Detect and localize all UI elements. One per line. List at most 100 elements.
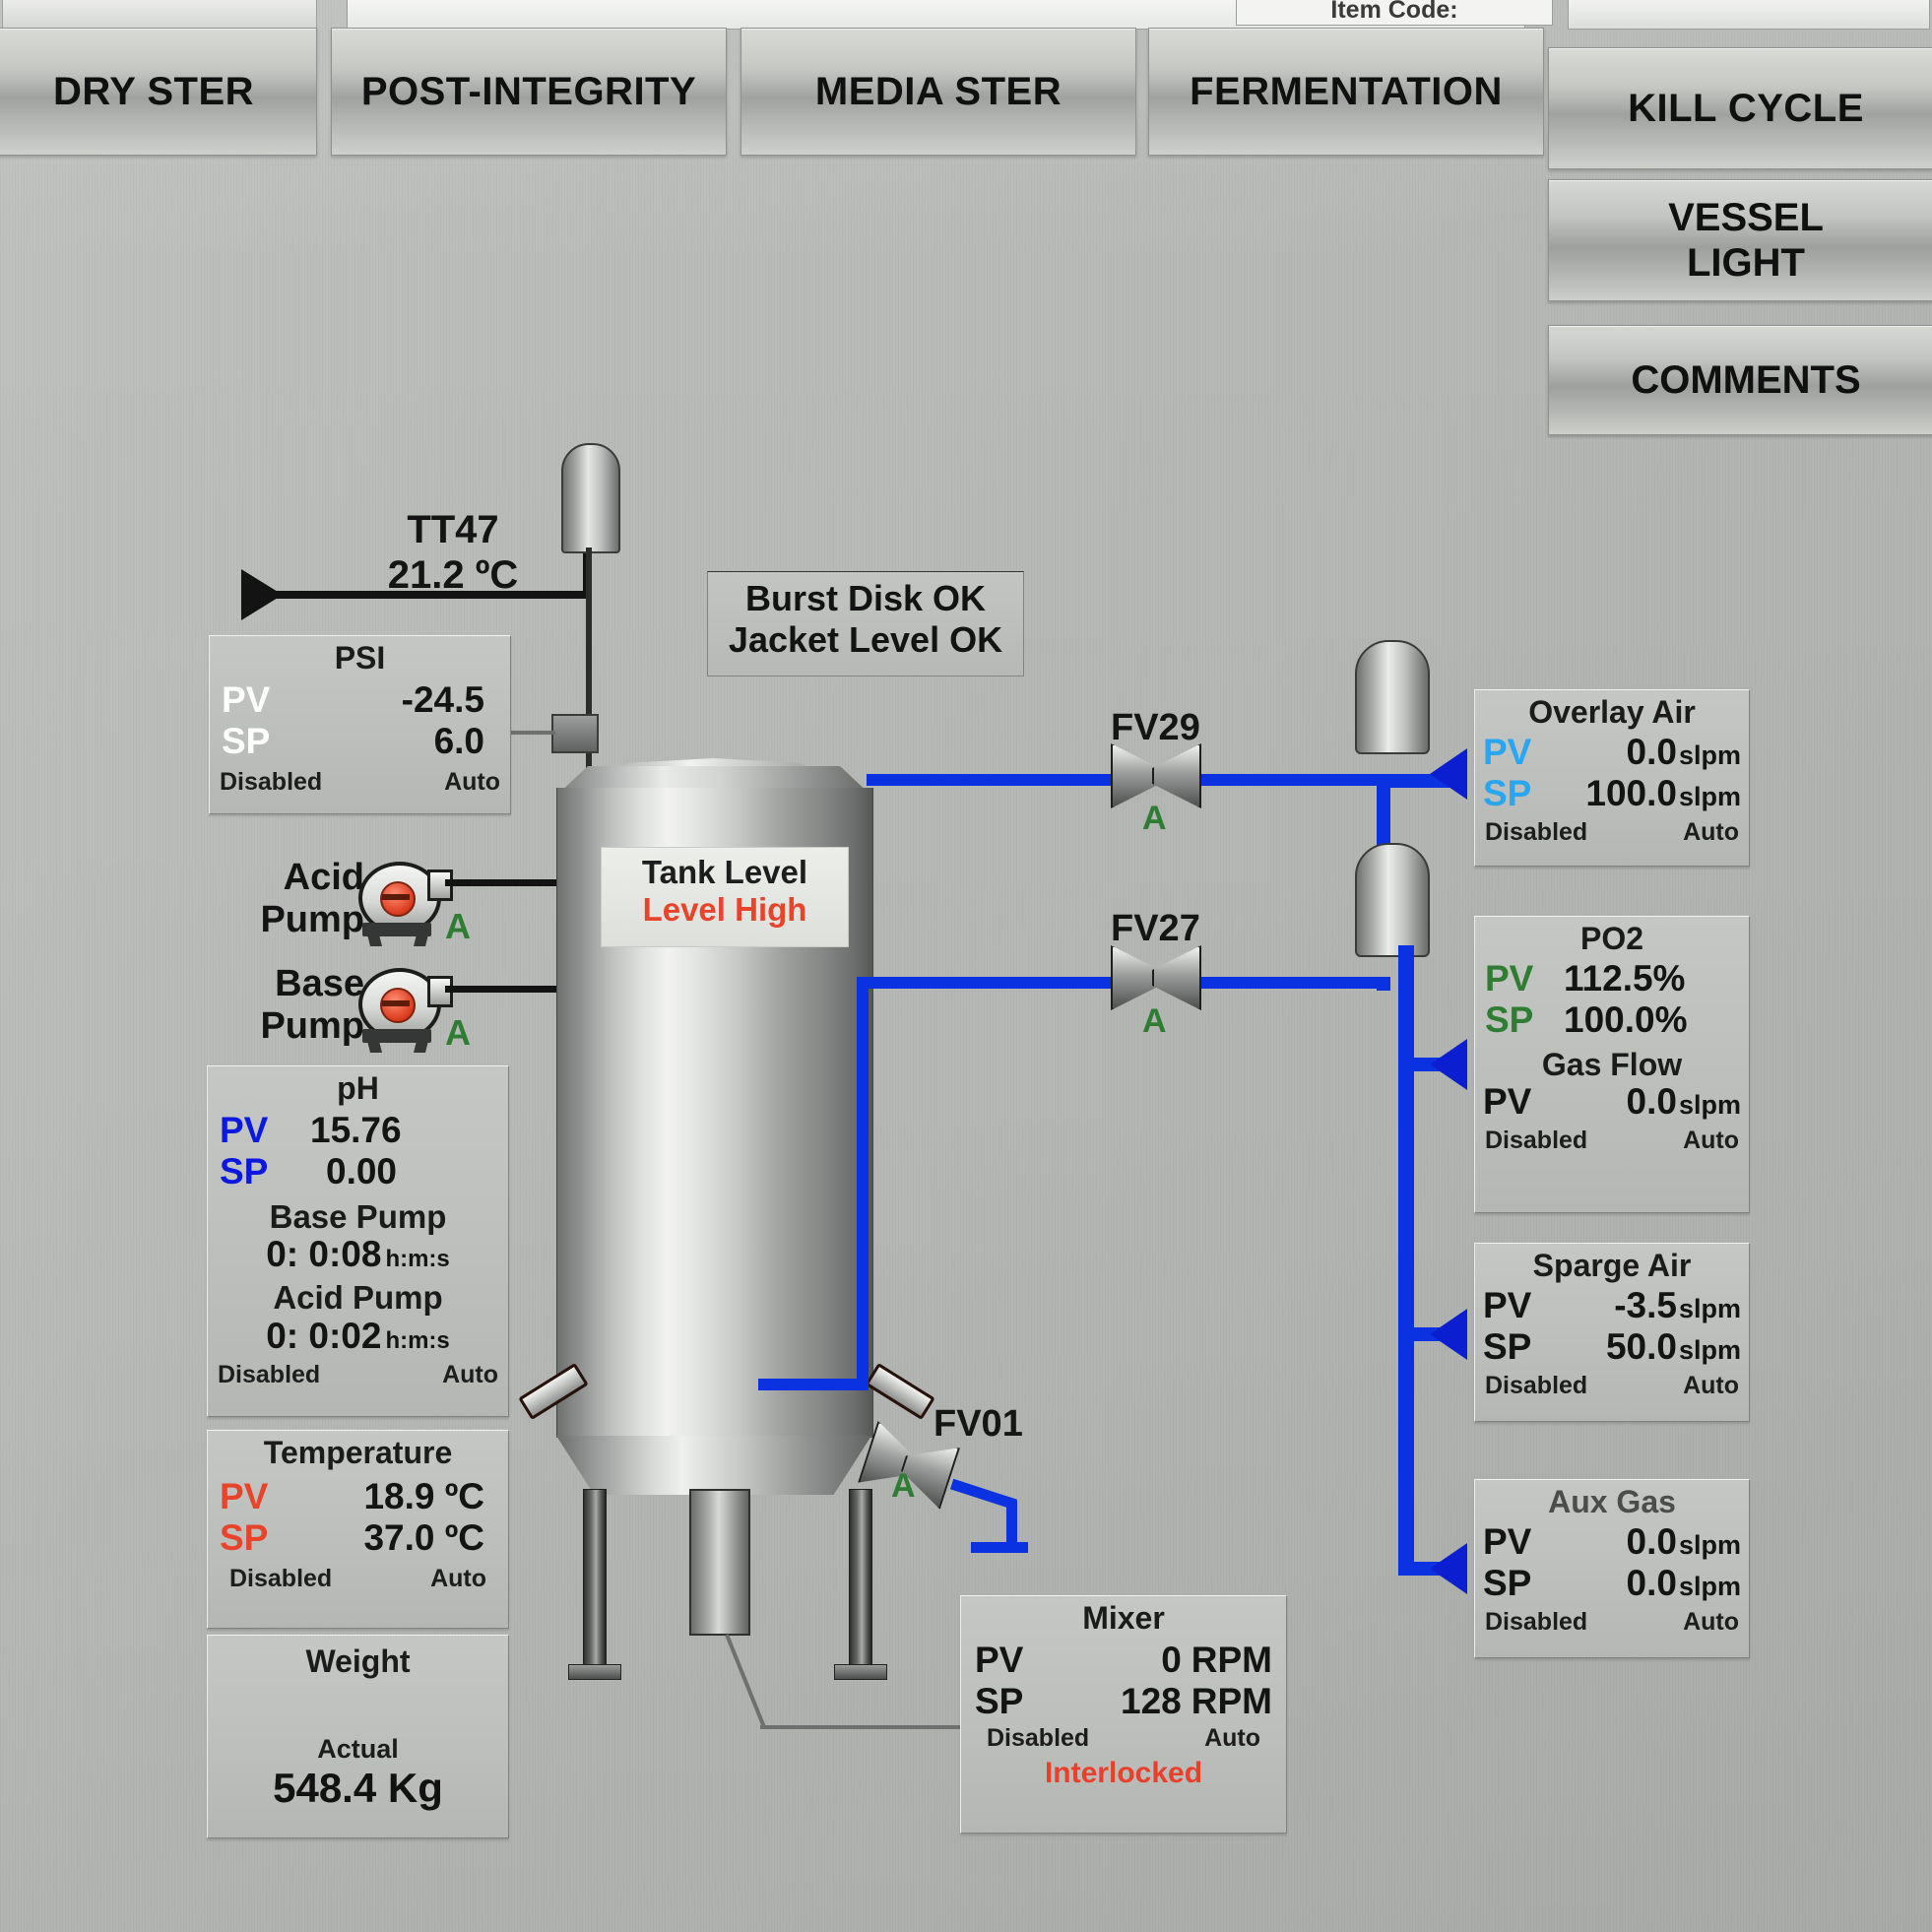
psi-faceplate[interactable]: PSI PV -24.5 SP 6.0 Disabled Auto	[209, 635, 511, 814]
pipe-right-header	[1398, 945, 1414, 1576]
mixer-pv-value: 0	[1161, 1639, 1182, 1680]
tab-fermentation[interactable]: FERMENTATION	[1148, 28, 1544, 156]
aux-gas-enable-state: Disabled	[1485, 1607, 1588, 1636]
comments-button[interactable]: COMMENTS	[1548, 325, 1932, 435]
overlay-air-pv-unit: slpm	[1678, 740, 1741, 770]
sparge-air-sp-label: SP	[1483, 1325, 1532, 1367]
temperature-sp-value: 37.0 ºC	[363, 1516, 484, 1558]
base-pump-mode: A	[445, 1012, 471, 1053]
aux-gas-faceplate[interactable]: Aux Gas PV 0.0 slpm SP 0.0 slpm Disabled…	[1474, 1479, 1750, 1658]
gas-flow-title: Gas Flow	[1541, 1046, 1683, 1082]
acid-pump-label-line1: Acid	[283, 857, 364, 898]
tt47-transmitter-readout: TT47 21.2 ºC	[335, 507, 571, 598]
vessel-light-label-line1: VESSEL	[1668, 196, 1824, 239]
aux-gas-pv-unit: slpm	[1678, 1529, 1741, 1560]
base-pump-label: Base Pump	[236, 963, 364, 1047]
sparge-air-title: Sparge Air	[1532, 1248, 1692, 1283]
tab-post-integrity-label: POST-INTEGRITY	[360, 70, 697, 113]
ph-faceplate[interactable]: pH PV 15.76 SP 0.00 Base Pump 0: 0:08 h:…	[207, 1065, 509, 1417]
weight-actual-value: 548.4 Kg	[273, 1764, 443, 1811]
overlay-air-faceplate[interactable]: Overlay Air PV 0.0 slpm SP 100.0 slpm Di…	[1474, 689, 1750, 867]
psi-pv-value: -24.5	[401, 678, 484, 720]
pipe-fv27-elbow	[1377, 977, 1390, 991]
ph-base-pump-title: Base Pump	[269, 1197, 447, 1235]
temperature-pv-value: 18.9 ºC	[363, 1475, 484, 1516]
navigation-tab-bar: DRY STER POST-INTEGRITY MEDIA STER FERME…	[0, 28, 1932, 169]
tank-level-title: Tank Level	[641, 854, 808, 890]
overlay-air-title: Overlay Air	[1528, 694, 1696, 730]
sparge-air-pv-unit: slpm	[1678, 1293, 1741, 1323]
temperature-faceplate[interactable]: Temperature PV 18.9 ºC SP 37.0 ºC Disabl…	[207, 1430, 509, 1629]
sparge-air-faceplate[interactable]: Sparge Air PV -3.5 slpm SP 50.0 slpm Dis…	[1474, 1243, 1750, 1422]
ph-title: pH	[337, 1070, 379, 1106]
acid-pump-label-line2: Pump	[260, 898, 364, 940]
acid-pump-label: Acid Pump	[236, 857, 364, 940]
overlay-air-mode: Auto	[1683, 817, 1739, 846]
psi-enable-state: Disabled	[220, 767, 323, 796]
vessel-bottom-nozzle	[689, 1489, 750, 1636]
tt47-probe-icon	[561, 443, 620, 553]
temperature-mode: Auto	[430, 1564, 486, 1592]
ph-enable-state: Disabled	[218, 1360, 321, 1388]
tab-kill-cycle[interactable]: KILL CYCLE	[1548, 47, 1932, 169]
acid-pump-line	[445, 879, 571, 886]
ph-acid-pump-title: Acid Pump	[273, 1279, 443, 1317]
aux-gas-mode: Auto	[1683, 1607, 1739, 1636]
tab-dry-ster[interactable]: DRY STER	[0, 28, 317, 156]
aux-gas-pv-label: PV	[1483, 1520, 1532, 1562]
burst-disk-status: Burst Disk OK	[744, 578, 987, 618]
acid-pump-mode: A	[445, 906, 471, 946]
tab-post-integrity[interactable]: POST-INTEGRITY	[331, 28, 727, 156]
ph-base-pump-time: 0: 0:08	[266, 1234, 382, 1275]
po2-title: PO2	[1579, 921, 1644, 956]
psi-mode: Auto	[444, 767, 500, 796]
acid-pump-icon[interactable]	[354, 862, 453, 946]
vessel-light-button[interactable]: VESSEL LIGHT	[1548, 179, 1932, 301]
gas-flow-pv-label: PV	[1483, 1081, 1532, 1123]
gas-flow-pv-unit: slpm	[1678, 1090, 1741, 1121]
mixer-pv-label: PV	[975, 1639, 1024, 1680]
pipe-fv27-left	[857, 977, 1113, 989]
temperature-enable-state: Disabled	[229, 1564, 333, 1592]
overlay-air-sp-value: 100.0	[1585, 772, 1677, 813]
item-code-label: Item Code:	[1236, 0, 1553, 26]
fv27-valve-icon[interactable]	[1111, 945, 1201, 1010]
ph-pv-value: 15.76	[310, 1109, 402, 1150]
temperature-title: Temperature	[263, 1435, 453, 1470]
overlay-air-pv-value: 0.0	[1626, 731, 1677, 772]
psi-pv-label: PV	[222, 678, 271, 720]
base-pump-icon[interactable]	[354, 968, 453, 1053]
sparge-air-pv-value: -3.5	[1614, 1284, 1677, 1325]
aux-gas-sp-unit: slpm	[1678, 1571, 1741, 1601]
mixer-leader-line-a	[725, 1634, 766, 1727]
fv29-valve-icon[interactable]	[1111, 743, 1201, 808]
fv27-mode: A	[1142, 1002, 1167, 1040]
weight-faceplate[interactable]: Weight Actual 548.4 Kg	[207, 1635, 509, 1838]
vessel-leg-foot-left	[568, 1664, 621, 1680]
mixer-leader-line-b	[760, 1725, 967, 1729]
overlay-air-enable-state: Disabled	[1485, 817, 1588, 846]
vessel-light-label-line2: LIGHT	[1687, 241, 1805, 285]
sparge-air-sp-unit: slpm	[1678, 1334, 1741, 1365]
mixer-faceplate[interactable]: Mixer PV 0 RPM SP 128 RPM Disabled Auto …	[960, 1595, 1287, 1834]
sparge-air-flow-arrow-icon	[1430, 1309, 1467, 1360]
fv29-tag: FV29	[1111, 707, 1200, 748]
base-pump-line	[445, 986, 571, 993]
mixer-interlock-status: Interlocked	[1044, 1756, 1203, 1789]
po2-faceplate[interactable]: PO2 PV 112.5% SP 100.0% Gas Flow PV 0.0 …	[1474, 916, 1750, 1213]
tt47-tag: TT47	[407, 508, 499, 551]
tab-kill-cycle-label: KILL CYCLE	[1628, 87, 1864, 130]
psi-sp-value: 6.0	[433, 720, 484, 761]
base-pump-label-line1: Base	[275, 963, 364, 1004]
alarm-status-panel: Burst Disk OK Jacket Level OK	[707, 571, 1024, 676]
comments-label: COMMENTS	[1631, 358, 1861, 402]
aux-gas-sp-value: 0.0	[1626, 1562, 1677, 1603]
psi-title: PSI	[334, 640, 386, 676]
vessel-leg-left	[583, 1489, 607, 1668]
ph-acid-pump-units: h:m:s	[385, 1326, 450, 1354]
overlay-air-pv-label: PV	[1483, 731, 1532, 772]
tab-media-ster[interactable]: MEDIA STER	[741, 28, 1136, 156]
aux-gas-flow-arrow-icon	[1430, 1543, 1467, 1594]
pipe-fv27-right	[1182, 977, 1390, 989]
ph-base-pump-units: h:m:s	[385, 1246, 450, 1273]
